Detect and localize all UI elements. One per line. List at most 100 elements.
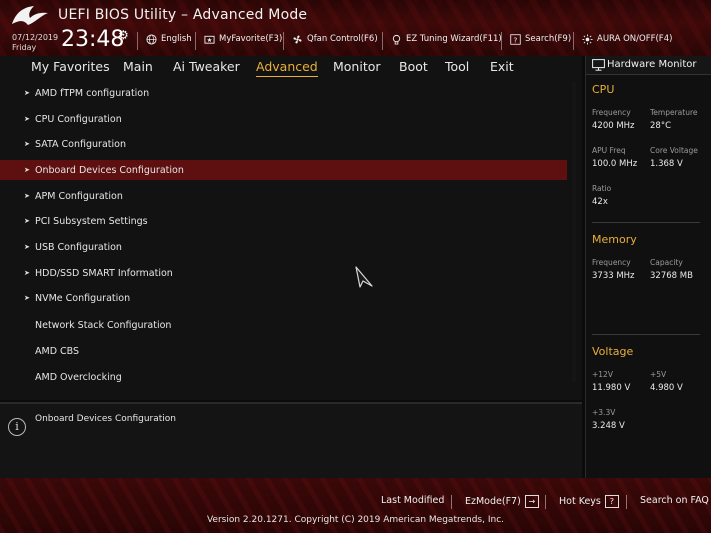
search-faq-button[interactable]: Search on FAQ xyxy=(640,495,709,506)
search-icon: ? xyxy=(510,33,521,45)
menu-item-label: AMD CBS xyxy=(35,345,80,357)
submenu-arrow-icon: ➤ xyxy=(24,243,30,251)
menu-item-label: APM Configuration xyxy=(35,190,123,202)
menu-item-label: AMD Overclocking xyxy=(35,371,122,383)
aura-toggle-label: AURA ON/OFF(F4) xyxy=(597,34,673,44)
submenu-arrow-icon: ➤ xyxy=(24,166,30,174)
memory-capacity-label: Capacity xyxy=(650,258,683,267)
search-label: Search(F9) xyxy=(525,34,572,44)
ratio-value: 42x xyxy=(592,197,608,207)
aura-icon xyxy=(582,33,593,45)
last-modified-button[interactable]: Last Modified xyxy=(381,495,444,506)
menu-item-network-stack[interactable]: Network Stack Configuration xyxy=(0,315,567,335)
submenu-arrow-icon: ➤ xyxy=(24,269,30,277)
footer-divider xyxy=(626,495,627,509)
footer-divider xyxy=(451,495,452,509)
tab-my-favorites[interactable]: My Favorites xyxy=(31,59,110,74)
tab-advanced[interactable]: Advanced xyxy=(256,59,318,77)
ratio-label: Ratio xyxy=(592,184,612,193)
app-title: UEFI BIOS Utility – Advanced Mode xyxy=(58,7,308,23)
main-tab-bar: My Favorites Main Ai Tweaker Advanced Mo… xyxy=(0,56,582,78)
menu-item-hdd-ssd-smart[interactable]: ➤ HDD/SSD SMART Information xyxy=(0,263,567,283)
menu-item-label: PCI Subsystem Settings xyxy=(35,215,148,227)
core-voltage-label: Core Voltage xyxy=(650,146,698,155)
menu-scrollbar[interactable] xyxy=(572,82,576,382)
clock-display[interactable]: 23:48 xyxy=(61,27,124,52)
fan-icon xyxy=(293,34,302,44)
menu-item-usb-configuration[interactable]: ➤ USB Configuration xyxy=(0,237,567,257)
tab-monitor[interactable]: Monitor xyxy=(333,59,381,74)
cpu-section-title: CPU xyxy=(592,83,615,96)
ez-tuning-wizard-button[interactable]: EZ Tuning Wizard(F11) xyxy=(391,32,502,46)
menu-item-label: NVMe Configuration xyxy=(35,292,131,304)
v5-value: 4.980 V xyxy=(650,383,683,393)
hardware-monitor-title: Hardware Monitor xyxy=(607,59,697,70)
svg-text:?: ? xyxy=(514,35,518,44)
tab-exit[interactable]: Exit xyxy=(490,59,514,74)
apu-freq-label: APU Freq xyxy=(592,146,626,155)
ez-mode-button[interactable]: EzMode(F7) → xyxy=(465,495,539,508)
cpu-frequency-value: 4200 MHz xyxy=(592,121,635,131)
ez-tuning-wizard-label: EZ Tuning Wizard(F11) xyxy=(406,34,502,44)
v33-label: +3.3V xyxy=(592,408,616,417)
menu-item-sata-configuration[interactable]: ➤ SATA Configuration xyxy=(0,134,567,154)
help-description-panel: i Onboard Devices Configuration xyxy=(0,402,582,478)
memory-frequency-label: Frequency xyxy=(592,258,631,267)
ez-mode-label: EzMode(F7) xyxy=(465,496,521,507)
cpu-temperature-value: 28°C xyxy=(650,121,672,131)
qfan-control-button[interactable]: Qfan Control(F6) xyxy=(292,32,378,46)
header-bar: UEFI BIOS Utility – Advanced Mode 07/12/… xyxy=(0,0,711,56)
menu-item-cpu-configuration[interactable]: ➤ CPU Configuration xyxy=(0,109,567,129)
header-divider xyxy=(382,32,383,50)
tab-boot[interactable]: Boot xyxy=(399,59,428,74)
hardware-monitor-header: Hardware Monitor xyxy=(586,56,711,75)
menu-item-label: CPU Configuration xyxy=(35,113,122,125)
hot-keys-button[interactable]: Hot Keys ? xyxy=(559,495,619,508)
date-display: 07/12/2019 xyxy=(12,33,59,42)
lightbulb-icon xyxy=(392,34,401,44)
advanced-menu-list: ➤ AMD fTPM configuration ➤ CPU Configura… xyxy=(0,78,582,400)
footer-divider xyxy=(545,495,546,509)
tab-main[interactable]: Main xyxy=(123,59,153,74)
cpu-frequency-label: Frequency xyxy=(592,108,631,117)
aura-toggle-button[interactable]: AURA ON/OFF(F4) xyxy=(582,32,672,46)
menu-item-onboard-devices[interactable]: ➤ Onboard Devices Configuration xyxy=(0,160,567,180)
tab-ai-tweaker[interactable]: Ai Tweaker xyxy=(173,59,240,74)
memory-capacity-value: 32768 MB xyxy=(650,271,693,281)
menu-item-amd-ftpm[interactable]: ➤ AMD fTPM configuration xyxy=(0,83,567,103)
menu-item-apm-configuration[interactable]: ➤ APM Configuration xyxy=(0,186,567,206)
search-button[interactable]: ? Search(F9) xyxy=(510,32,571,46)
header-divider xyxy=(137,32,138,50)
language-label: English xyxy=(161,34,192,44)
voltage-section-title: Voltage xyxy=(592,345,634,358)
menu-item-label: Network Stack Configuration xyxy=(35,319,172,331)
submenu-arrow-icon: ➤ xyxy=(24,115,30,123)
header-divider xyxy=(283,32,284,50)
submenu-arrow-icon: ➤ xyxy=(24,294,30,302)
menu-item-amd-overclocking[interactable]: AMD Overclocking xyxy=(0,367,567,387)
core-voltage-value: 1.368 V xyxy=(650,159,683,169)
mouse-pointer-icon xyxy=(355,266,373,288)
v12-label: +12V xyxy=(592,370,613,379)
globe-icon xyxy=(146,33,157,45)
submenu-arrow-icon: ➤ xyxy=(24,192,30,200)
my-favorite-label: MyFavorite(F3) xyxy=(219,34,283,44)
v33-value: 3.248 V xyxy=(592,421,625,431)
last-modified-label: Last Modified xyxy=(381,495,445,506)
language-button[interactable]: English xyxy=(146,32,192,46)
menu-item-amd-cbs[interactable]: AMD CBS xyxy=(0,341,567,361)
apu-freq-value: 100.0 MHz xyxy=(592,159,638,169)
v12-value: 11.980 V xyxy=(592,383,631,393)
cpu-temperature-label: Temperature xyxy=(650,108,698,117)
my-favorite-button[interactable]: MyFavorite(F3) xyxy=(204,32,282,46)
menu-item-label: SATA Configuration xyxy=(35,138,126,150)
exit-arrow-icon: → xyxy=(524,495,539,508)
rog-logo-icon xyxy=(12,6,48,25)
tab-tool[interactable]: Tool xyxy=(445,59,469,74)
gear-icon[interactable]: ⚙ xyxy=(118,28,129,42)
menu-item-nvme-configuration[interactable]: ➤ NVMe Configuration xyxy=(0,288,567,308)
hot-keys-label: Hot Keys xyxy=(559,496,601,507)
menu-item-pci-subsystem[interactable]: ➤ PCI Subsystem Settings xyxy=(0,211,567,231)
help-text: Onboard Devices Configuration xyxy=(35,414,177,424)
copyright-text: Version 2.20.1271. Copyright (C) 2019 Am… xyxy=(206,515,505,525)
